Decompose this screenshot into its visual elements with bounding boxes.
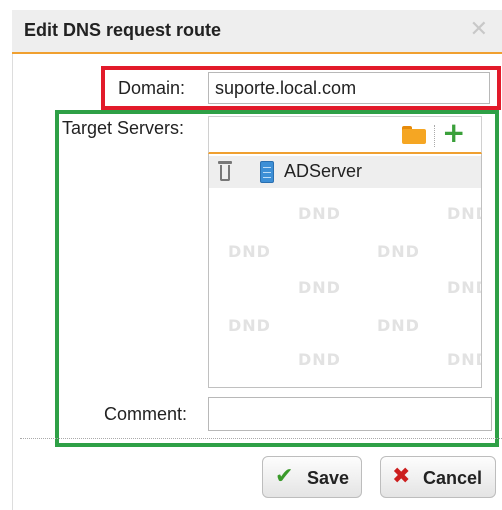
trash-icon[interactable] — [218, 161, 232, 183]
target-servers-label: Target Servers: — [62, 118, 185, 138]
dnd-watermark: DND — [447, 350, 481, 369]
dialog-titlebar: Edit DNS request route ✕ — [12, 10, 502, 54]
footer-divider — [20, 438, 502, 439]
dnd-watermark: DND — [298, 350, 341, 369]
comment-input[interactable] — [208, 397, 492, 431]
dnd-watermark: DND — [377, 316, 420, 335]
target-servers-toolbar: + — [208, 116, 482, 154]
list-item-label: ADServer — [284, 161, 363, 181]
server-icon — [260, 161, 274, 183]
dnd-watermark: DND — [228, 316, 271, 335]
cancel-button-label: Cancel — [423, 468, 483, 488]
domain-input[interactable] — [208, 72, 490, 104]
close-icon[interactable]: ✕ — [470, 18, 488, 42]
x-icon: ✖ — [392, 464, 411, 489]
dnd-watermark: DND — [228, 242, 271, 261]
dialog-title: Edit DNS request route — [24, 20, 222, 40]
dnd-watermark: DND — [298, 278, 341, 297]
dialog-left-border — [12, 54, 13, 510]
folder-icon[interactable] — [402, 126, 426, 144]
dnd-watermark: DND — [298, 204, 341, 223]
save-button[interactable]: ✔ Save — [262, 456, 362, 498]
dnd-watermark: DND — [377, 242, 420, 261]
edit-dns-route-dialog: Edit DNS request route ✕ Domain: Target … — [0, 0, 502, 510]
list-item[interactable]: ADServer — [209, 156, 481, 188]
dnd-watermark: DND — [447, 204, 481, 223]
cancel-button[interactable]: ✖ Cancel — [380, 456, 496, 498]
plus-icon[interactable]: + — [442, 118, 465, 148]
comment-label: Comment: — [104, 404, 188, 424]
toolbar-separator — [434, 125, 435, 147]
dnd-watermark: DND — [447, 278, 481, 297]
target-servers-list: ADServer DND DND DND DND DND DND DND DND… — [208, 154, 482, 388]
domain-label: Domain: — [118, 78, 186, 98]
check-icon: ✔ — [275, 464, 294, 489]
save-button-label: Save — [307, 468, 350, 488]
